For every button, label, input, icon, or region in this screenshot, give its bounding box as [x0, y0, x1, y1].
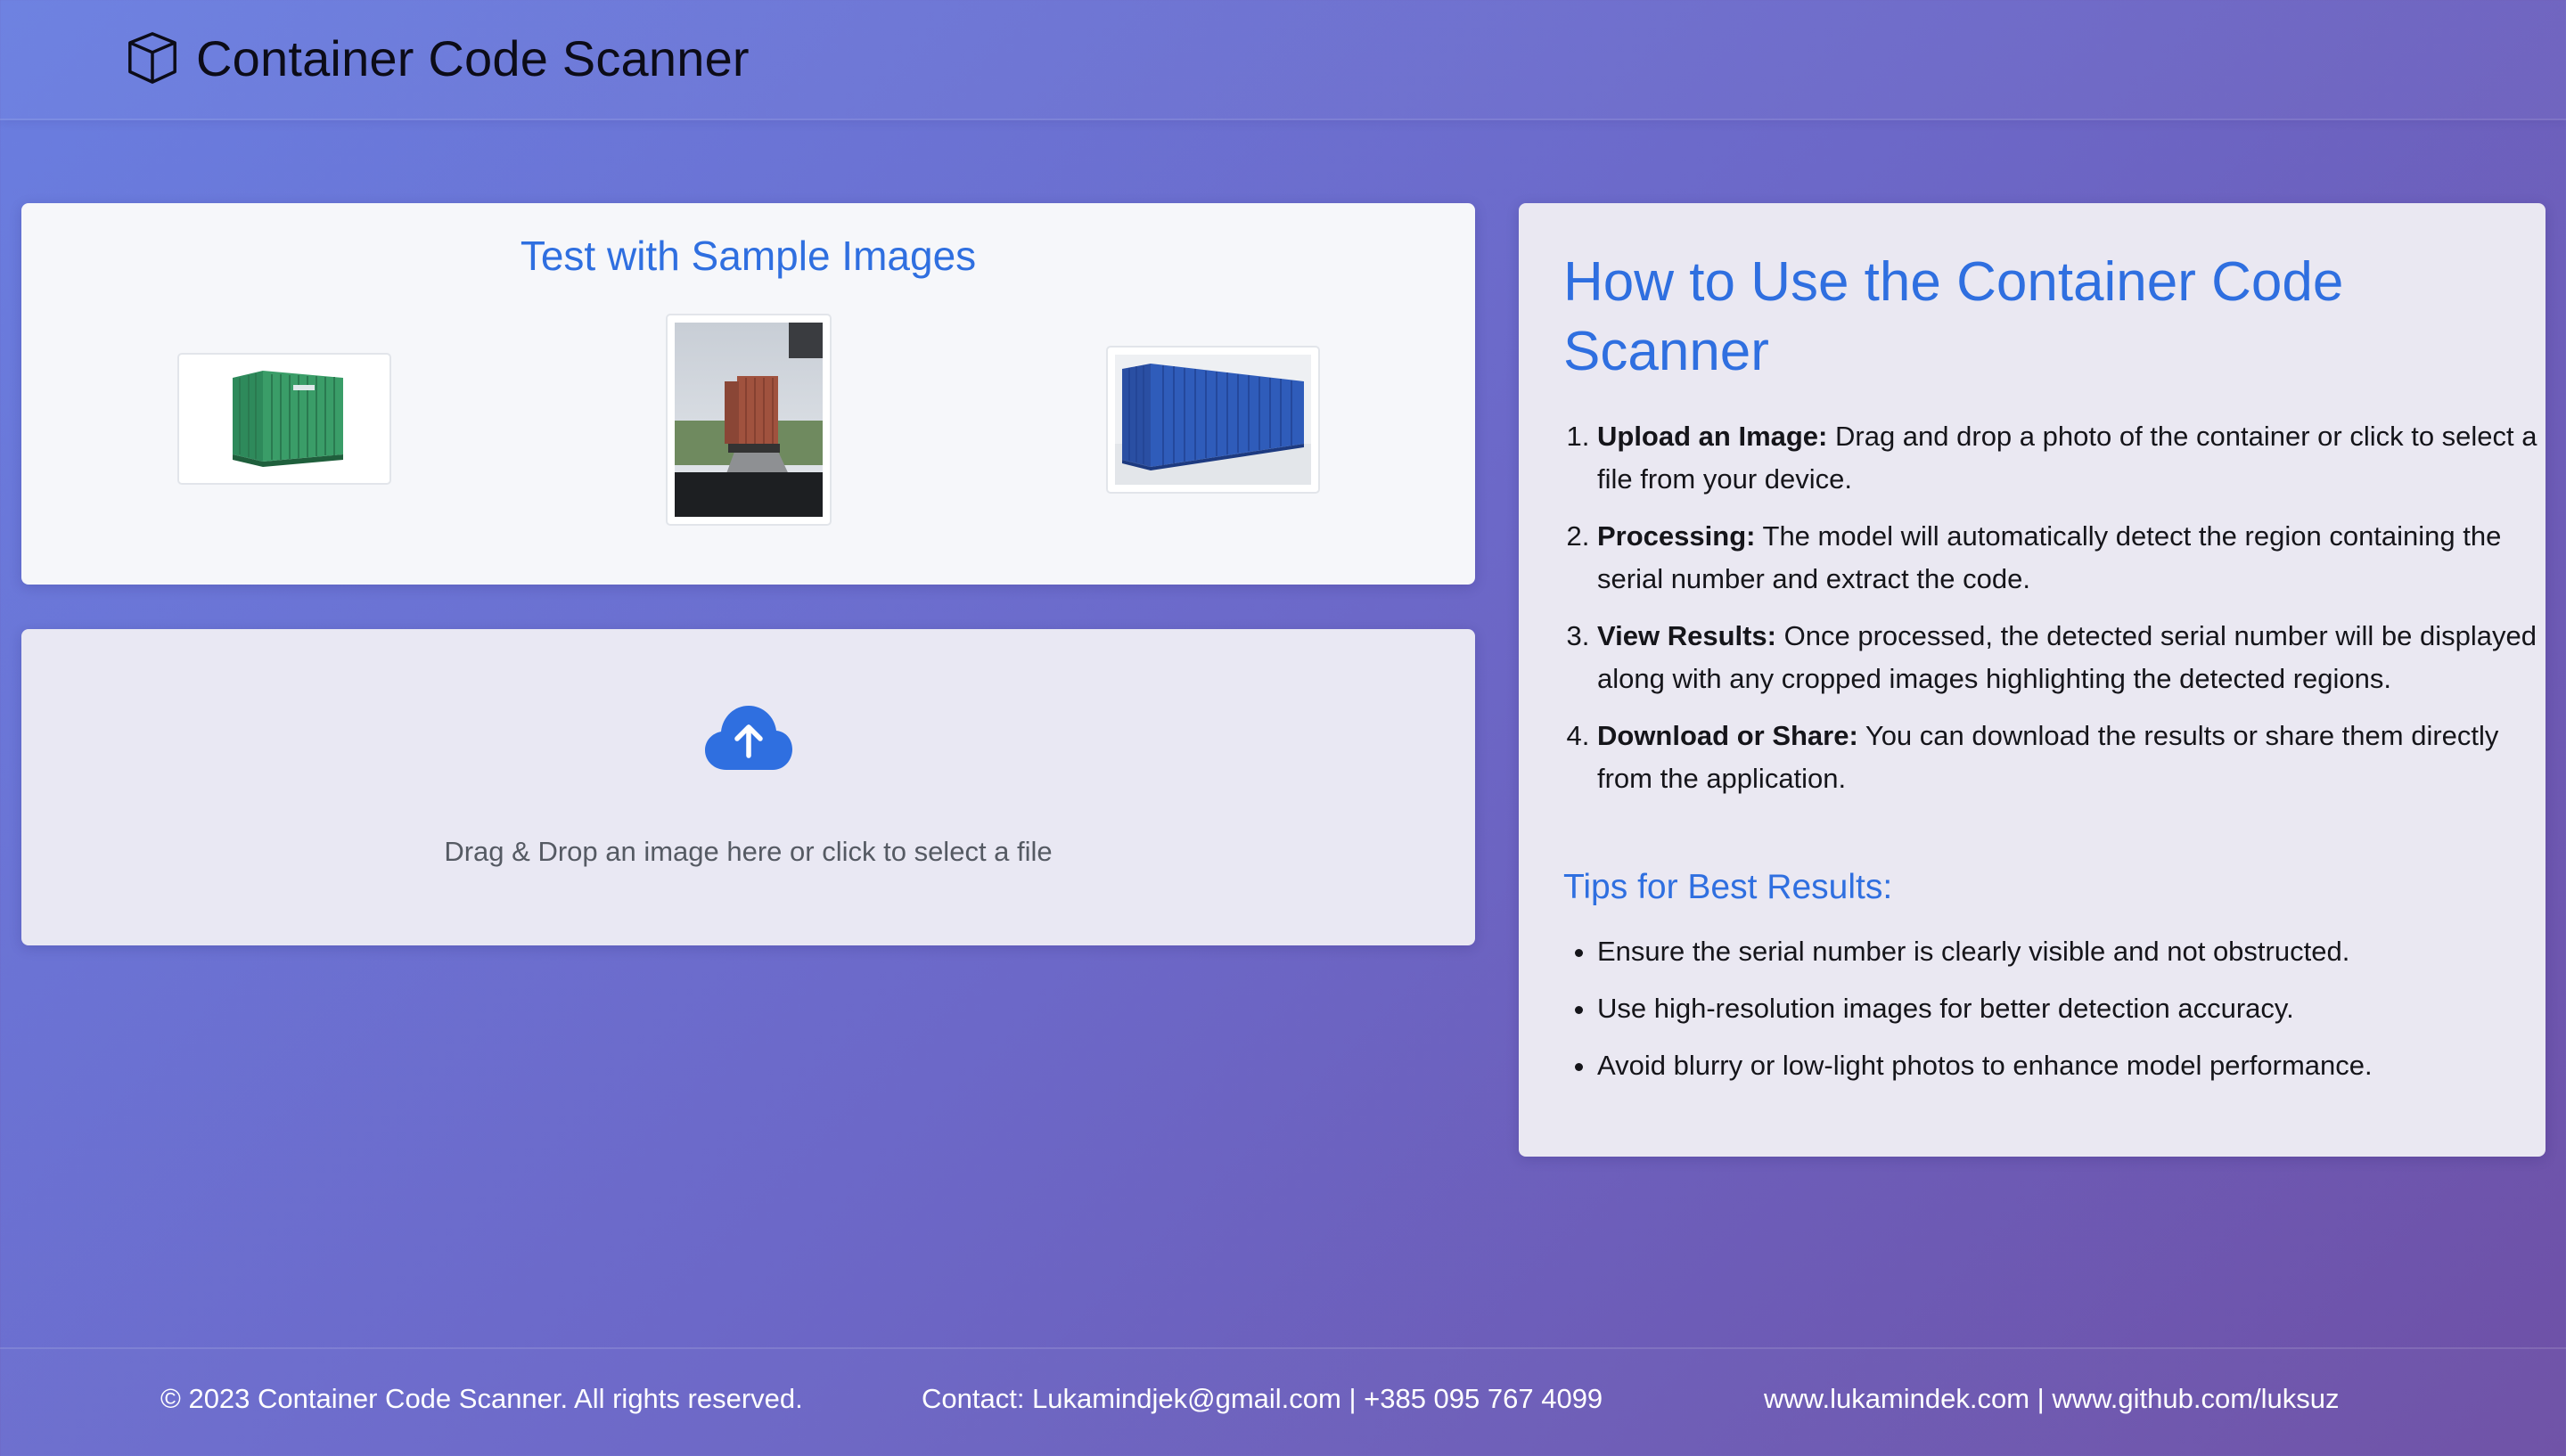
- tip-item: Ensure the serial number is clearly visi…: [1597, 930, 2542, 973]
- upload-dropzone[interactable]: Drag & Drop an image here or click to se…: [21, 629, 1475, 945]
- step-label: Download or Share:: [1597, 720, 1858, 751]
- sample-image-green-container[interactable]: [177, 353, 391, 485]
- sample-image-blue-container[interactable]: [1106, 346, 1320, 494]
- step-label: Processing:: [1597, 520, 1756, 552]
- step-item: Processing: The model will automatically…: [1597, 515, 2542, 601]
- green-container-image: [186, 362, 382, 476]
- footer-copyright: © 2023 Container Code Scanner. All right…: [160, 1383, 803, 1414]
- footer-contact: Contact: Lukamindjek@gmail.com | +385 09…: [922, 1383, 1603, 1414]
- instructions-card: How to Use the Container Code Scanner Up…: [1519, 203, 2546, 1157]
- app-title: Container Code Scanner: [196, 29, 750, 86]
- instructions-title: How to Use the Container Code Scanner: [1563, 251, 2344, 382]
- step-item: Download or Share: You can download the …: [1597, 715, 2542, 800]
- step-label: View Results:: [1597, 620, 1777, 651]
- brand[interactable]: Container Code Scanner: [125, 27, 750, 89]
- sample-images-title: Test with Sample Images: [520, 233, 977, 279]
- blue-container-image: [1115, 355, 1311, 485]
- footer: © 2023 Container Code Scanner. All right…: [0, 1347, 2566, 1456]
- cloud-upload-icon: [705, 706, 792, 770]
- instructions-steps-list: Upload an Image: Drag and drop a photo o…: [1563, 415, 2542, 814]
- tip-item: Use high-resolution images for better de…: [1597, 987, 2542, 1030]
- box-icon: [128, 32, 176, 84]
- upload-instruction-text: Drag & Drop an image here or click to se…: [444, 836, 1053, 867]
- truck-container-image: [675, 323, 823, 517]
- step-item: View Results: Once processed, the detect…: [1597, 615, 2542, 700]
- step-label: Upload an Image:: [1597, 421, 1828, 452]
- sample-image-truck-container[interactable]: [666, 314, 832, 526]
- footer-links[interactable]: www.lukamindek.com | www.github.com/luks…: [1764, 1383, 2340, 1415]
- tips-title: Tips for Best Results:: [1563, 868, 1893, 906]
- step-item: Upload an Image: Drag and drop a photo o…: [1597, 415, 2542, 501]
- sample-images-card: Test with Sample Images: [21, 203, 1475, 585]
- tips-list: Ensure the serial number is clearly visi…: [1563, 930, 2542, 1101]
- tip-item: Avoid blurry or low-light photos to enha…: [1597, 1044, 2542, 1087]
- top-navbar: Container Code Scanner: [0, 0, 2566, 120]
